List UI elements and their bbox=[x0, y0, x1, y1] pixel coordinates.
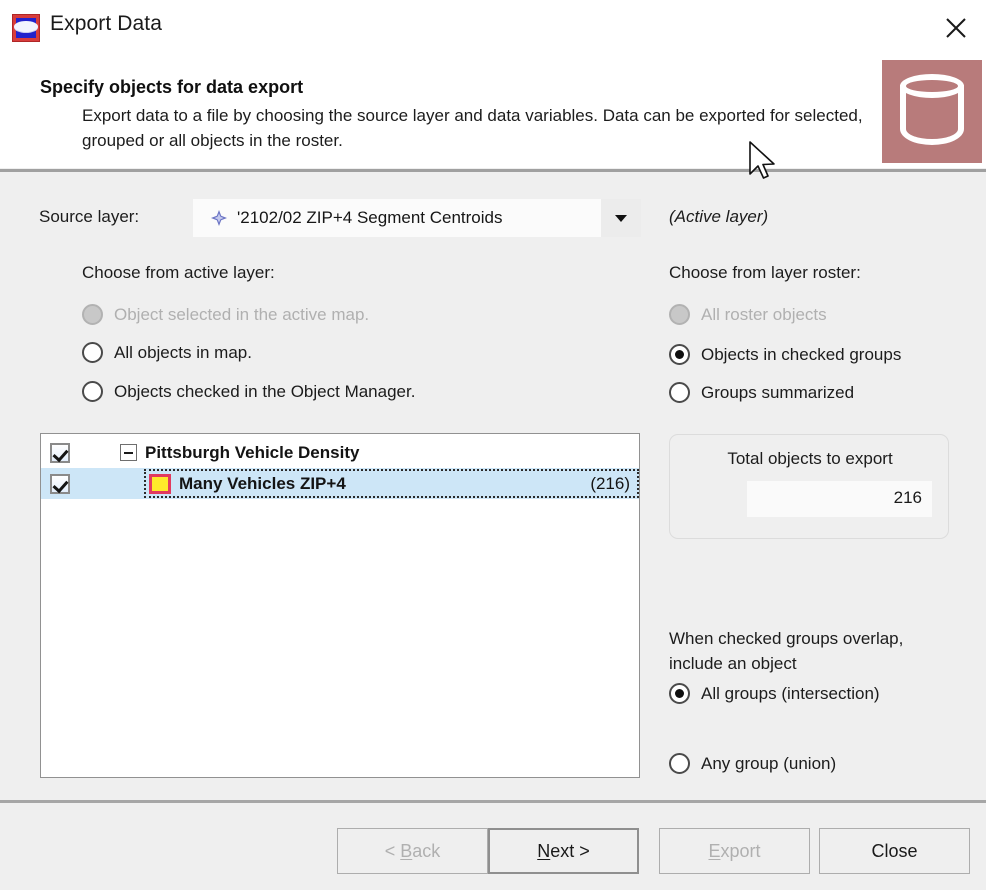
tree-row-layer[interactable]: Many Vehicles ZIP+4 (216) bbox=[41, 468, 639, 499]
export-button: Export bbox=[659, 828, 810, 874]
total-objects-panel: Total objects to export 216 bbox=[669, 434, 949, 539]
close-button-label: Close bbox=[871, 841, 917, 861]
radio-label: Groups summarized bbox=[701, 383, 854, 403]
app-icon bbox=[12, 14, 40, 42]
radio-label: Object selected in the active map. bbox=[114, 305, 369, 325]
close-button[interactable]: Close bbox=[819, 828, 970, 874]
radio-label: All groups (intersection) bbox=[701, 684, 880, 704]
back-button: < Back bbox=[337, 828, 488, 874]
page-title: Specify objects for data export bbox=[40, 77, 303, 98]
checkbox-checked-icon[interactable] bbox=[50, 474, 70, 494]
window-title: Export Data bbox=[50, 12, 162, 36]
back-button-label: < Back bbox=[385, 841, 441, 861]
page-description: Export data to a file by choosing the so… bbox=[82, 103, 872, 153]
overlap-description: When checked groups overlap, include an … bbox=[669, 626, 939, 676]
radio-any-group-union[interactable]: Any group (union) bbox=[669, 753, 836, 774]
active-layer-note: (Active layer) bbox=[669, 207, 768, 227]
radio-indicator bbox=[669, 683, 690, 704]
tree-row-label: Pittsburgh Vehicle Density bbox=[145, 443, 359, 463]
footer-divider bbox=[0, 800, 986, 803]
radio-indicator bbox=[82, 304, 103, 325]
radio-groups-summarized[interactable]: Groups summarized bbox=[669, 382, 854, 403]
radio-all-groups-intersection[interactable]: All groups (intersection) bbox=[669, 683, 880, 704]
next-button[interactable]: Next > bbox=[488, 828, 639, 874]
diamond-point-layer-icon bbox=[211, 210, 227, 226]
radio-objects-checked-in-object-manager[interactable]: Objects checked in the Object Manager. bbox=[82, 381, 415, 402]
collapse-minus-icon[interactable] bbox=[120, 444, 137, 461]
radio-indicator bbox=[669, 344, 690, 365]
radio-indicator bbox=[669, 304, 690, 325]
header-banner: Specify objects for data export Export d… bbox=[0, 56, 986, 168]
title-bar: Export Data bbox=[0, 0, 986, 56]
radio-all-roster-objects: All roster objects bbox=[669, 304, 827, 325]
radio-all-objects-in-map[interactable]: All objects in map. bbox=[82, 342, 252, 363]
header-divider bbox=[0, 169, 986, 172]
next-button-label: Next > bbox=[537, 841, 590, 861]
total-objects-value-field: 216 bbox=[747, 481, 932, 517]
radio-label: Objects in checked groups bbox=[701, 345, 901, 365]
radio-objects-in-checked-groups[interactable]: Objects in checked groups bbox=[669, 344, 901, 365]
layer-color-swatch bbox=[149, 474, 171, 494]
radio-object-selected-in-active-map: Object selected in the active map. bbox=[82, 304, 369, 325]
total-objects-value: 216 bbox=[894, 488, 922, 508]
tree-row-count: (216) bbox=[590, 474, 630, 494]
radio-label: Objects checked in the Object Manager. bbox=[114, 382, 415, 402]
group-tree-list[interactable]: Pittsburgh Vehicle Density Many Vehicles… bbox=[40, 433, 640, 778]
layer-roster-group-heading: Choose from layer roster: bbox=[669, 263, 861, 283]
radio-indicator bbox=[669, 753, 690, 774]
source-layer-label: Source layer: bbox=[39, 207, 139, 227]
active-layer-group-heading: Choose from active layer: bbox=[82, 263, 275, 283]
export-button-label: Export bbox=[708, 841, 760, 861]
radio-indicator bbox=[82, 381, 103, 402]
radio-indicator bbox=[669, 382, 690, 403]
checkbox-checked-icon[interactable] bbox=[50, 443, 70, 463]
chevron-down-icon[interactable] bbox=[601, 199, 641, 237]
close-icon[interactable] bbox=[926, 0, 986, 56]
source-layer-select[interactable]: '2102/02 ZIP+4 Segment Centroids bbox=[193, 199, 641, 237]
tree-row-label: Many Vehicles ZIP+4 bbox=[179, 474, 346, 494]
source-layer-value: '2102/02 ZIP+4 Segment Centroids bbox=[237, 208, 503, 228]
total-objects-label: Total objects to export bbox=[670, 449, 950, 469]
radio-label: All objects in map. bbox=[114, 343, 252, 363]
radio-label: Any group (union) bbox=[701, 754, 836, 774]
radio-indicator bbox=[82, 342, 103, 363]
database-cylinder-icon bbox=[882, 60, 982, 163]
radio-label: All roster objects bbox=[701, 305, 827, 325]
tree-row-group[interactable]: Pittsburgh Vehicle Density bbox=[41, 437, 639, 468]
